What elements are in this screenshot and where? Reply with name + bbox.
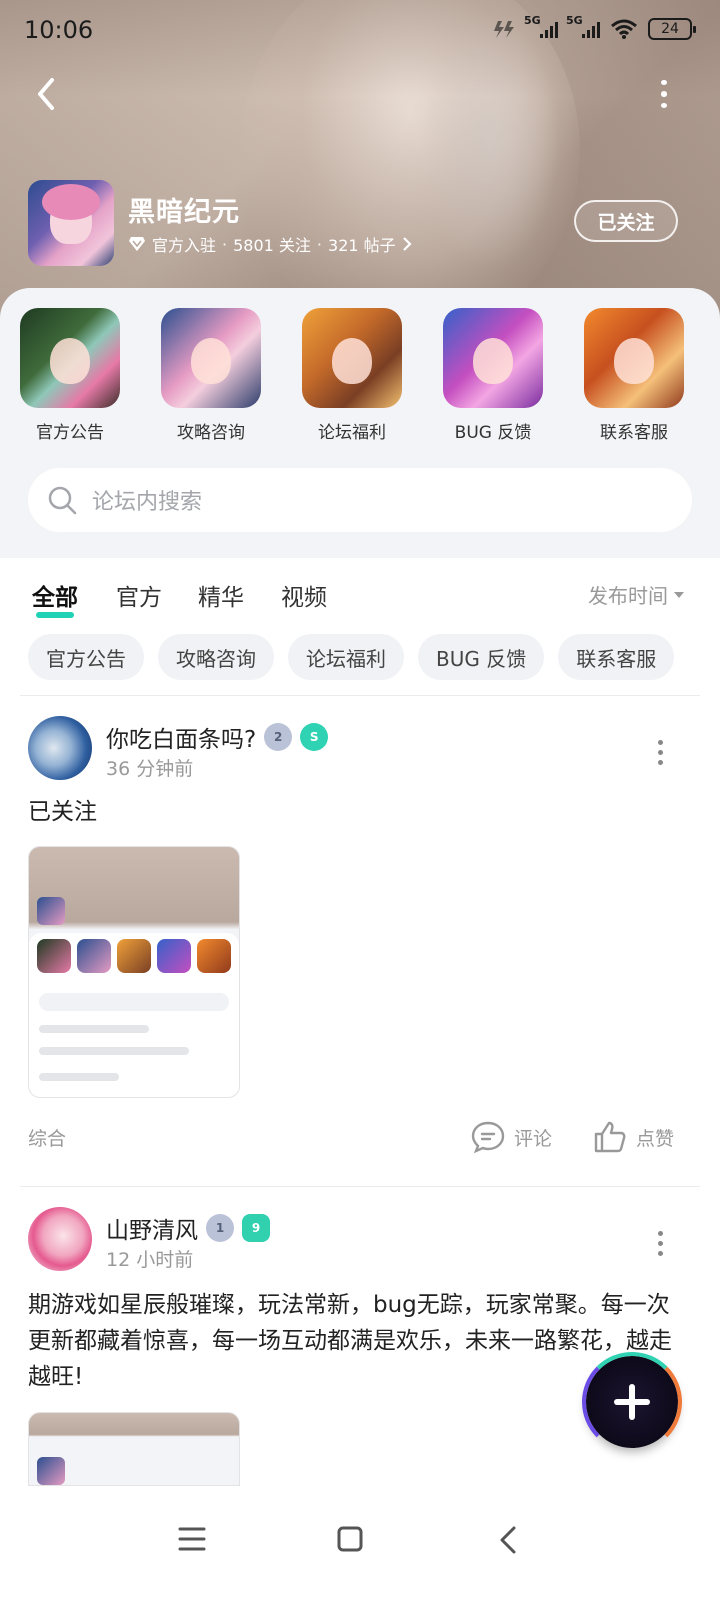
tab-all[interactable]: 全部 [32,578,78,618]
status-bar: 10:06 5G 5G 24 [0,0,720,64]
forum-header: 黑暗纪元 官方入驻 · 5801 关注 · 321 帖子 已关注 [28,180,692,266]
category-icon [161,308,261,408]
post-more-button[interactable] [656,740,664,765]
category-bug-report[interactable]: BUG 反馈 [441,308,545,443]
home-icon[interactable] [337,1526,363,1552]
signal-2-icon: 5G [566,14,600,38]
comment-button[interactable]: 评论 [470,1120,552,1154]
forum-panel: 官方公告 攻略咨询 论坛福利 BUG 反馈 联系客服 论坛内搜索 [0,288,720,558]
post-category-tag[interactable]: 综合 [28,1124,66,1151]
category-icon [584,308,684,408]
level-badge-icon: 9 [242,1214,270,1242]
category-chips: 官方公告 攻略咨询 论坛福利 BUG 反馈 联系客服 [28,634,675,680]
comment-icon [471,1121,505,1154]
post-text[interactable]: 已关注 [28,794,678,830]
category-support[interactable]: 联系客服 [582,308,686,443]
title-badge-icon: 1 [206,1214,234,1242]
more-icon [657,1231,663,1236]
category-welfare[interactable]: 论坛福利 [300,308,404,443]
post-username[interactable]: 山野清风 [106,1211,198,1245]
title-badge-icon: 2 [264,723,293,751]
back-button[interactable] [28,74,68,114]
create-post-button[interactable] [582,1352,682,1452]
search-placeholder: 论坛内搜索 [92,490,203,515]
tab-featured[interactable]: 精华 [198,578,244,612]
search-input[interactable]: 论坛内搜索 [28,468,692,532]
forum-name: 黑暗纪元 [128,197,240,228]
signal-1-icon: 5G [524,14,558,38]
wifi-icon [611,19,637,39]
sort-dropdown[interactable]: 发布时间 [588,580,684,609]
followers-count: 5801 关注 [233,236,311,255]
verified-diamond-icon [129,237,145,251]
battery-icon: 24 [648,18,696,40]
like-icon [594,1121,626,1153]
category-row: 官方公告 攻略咨询 论坛福利 BUG 反馈 联系客服 [0,308,720,448]
more-icon [657,740,663,745]
verified-label: 官方入驻 [152,236,217,255]
status-time: 10:06 [24,16,94,44]
chip-support[interactable]: 联系客服 [558,634,675,680]
like-button[interactable]: 点赞 [592,1120,674,1154]
filter-tabs: 全部 官方 精华 视频 发布时间 [0,558,720,628]
nav-back-icon[interactable] [498,1526,518,1554]
category-guide[interactable]: 攻略咨询 [159,308,263,443]
post-image[interactable] [28,1412,240,1486]
divider [20,1186,700,1187]
posts-count: 321 帖子 [328,236,396,255]
back-icon [38,78,54,110]
chip-bug-report[interactable]: BUG 反馈 [418,634,545,680]
divider [20,695,700,696]
charging-icon [494,21,514,38]
avatar[interactable] [28,1207,92,1271]
category-icon [20,308,120,408]
category-official-notice[interactable]: 官方公告 [18,308,122,443]
chip-guide[interactable]: 攻略咨询 [158,634,274,680]
avatar[interactable] [28,716,92,780]
system-nav-bar [0,1486,720,1601]
forum-meta[interactable]: 官方入驻 · 5801 关注 · 321 帖子 [128,232,412,256]
chip-welfare[interactable]: 论坛福利 [288,634,404,680]
post-image[interactable] [28,846,240,1098]
post-card[interactable]: 你吃白面条吗? 2 S 36 分钟前 已关注 综合 评论 点赞 [0,716,720,1186]
post-time: 36 分钟前 [106,758,194,780]
follow-button[interactable]: 已关注 [574,200,678,242]
forum-logo [28,180,114,266]
s-badge-icon: S [300,723,329,751]
category-icon [302,308,402,408]
category-icon [443,308,543,408]
more-button[interactable] [652,80,676,108]
post-text[interactable]: 期游戏如星辰般璀璨，玩法常新，bug无踪，玩家常聚。每一次更新都藏着惊喜，每一场… [28,1287,678,1395]
post-username[interactable]: 你吃白面条吗? [106,720,256,754]
more-icon [661,80,667,86]
tab-video[interactable]: 视频 [281,578,327,612]
post-more-button[interactable] [656,1231,664,1256]
post-time: 12 小时前 [106,1249,194,1271]
caret-down-icon [674,591,684,598]
tab-official[interactable]: 官方 [116,578,162,612]
chip-official-notice[interactable]: 官方公告 [28,634,144,680]
search-icon [48,486,77,515]
chevron-right-icon [402,237,412,251]
post-footer: 综合 评论 点赞 [28,1118,692,1158]
menu-icon[interactable] [178,1526,206,1552]
